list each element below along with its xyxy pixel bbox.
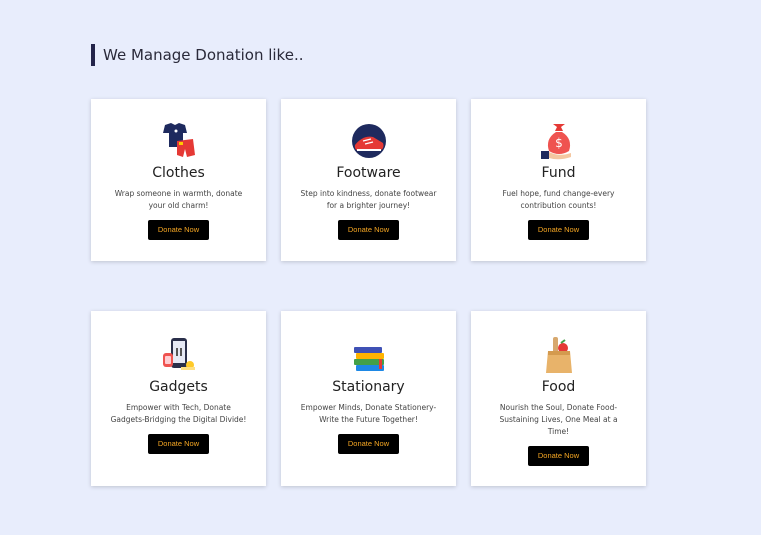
donation-card-fund: $ Fund Fuel hope, fund change-every cont… (471, 99, 646, 261)
section-title: We Manage Donation like.. (91, 44, 303, 66)
money-bag-icon: $ (540, 124, 571, 160)
card-description: Empower with Tech, Donate Gadgets-Bridgi… (110, 403, 247, 424)
card-description: Nourish the Soul, Donate Food-Sustaining… (499, 403, 618, 436)
donate-now-button[interactable]: Donate Now (147, 220, 210, 240)
card-title: Footware (336, 165, 401, 181)
donation-card-clothes: Clothes Wrap someone in warmth, donate y… (91, 99, 266, 261)
svg-text:$: $ (555, 136, 563, 150)
card-title: Gadgets (149, 379, 208, 395)
card-description: Step into kindness, donate footwear for … (300, 189, 437, 210)
gadgets-icon (162, 338, 195, 370)
grocery-bag-icon (545, 337, 572, 373)
card-title: Food (541, 379, 576, 395)
donation-card-gadgets: Gadgets Empower with Tech, Donate Gadget… (91, 311, 266, 486)
donation-card-food: Food Nourish the Soul, Donate Food-Susta… (471, 311, 646, 486)
donation-card-stationary: Stationary Empower Minds, Donate Station… (281, 311, 456, 486)
shoe-icon (351, 124, 386, 158)
donate-now-button[interactable]: Donate Now (527, 446, 590, 466)
books-icon (353, 347, 384, 371)
donation-card-footware: Footware Step into kindness, donate foot… (281, 99, 456, 261)
card-title: Clothes (152, 165, 205, 181)
card-description: Fuel hope, fund change-every contributio… (502, 189, 615, 210)
donate-now-button[interactable]: Donate Now (527, 220, 590, 240)
donate-now-button[interactable]: Donate Now (337, 220, 400, 240)
card-description: Empower Minds, Donate Stationery-Write t… (300, 403, 437, 424)
donate-now-button[interactable]: Donate Now (337, 434, 400, 454)
card-title: Stationary (332, 379, 405, 395)
card-description: Wrap someone in warmth, donate your old … (114, 189, 243, 210)
card-title: Fund (541, 165, 576, 181)
donate-now-button[interactable]: Donate Now (147, 434, 210, 454)
clothes-icon (162, 123, 195, 157)
